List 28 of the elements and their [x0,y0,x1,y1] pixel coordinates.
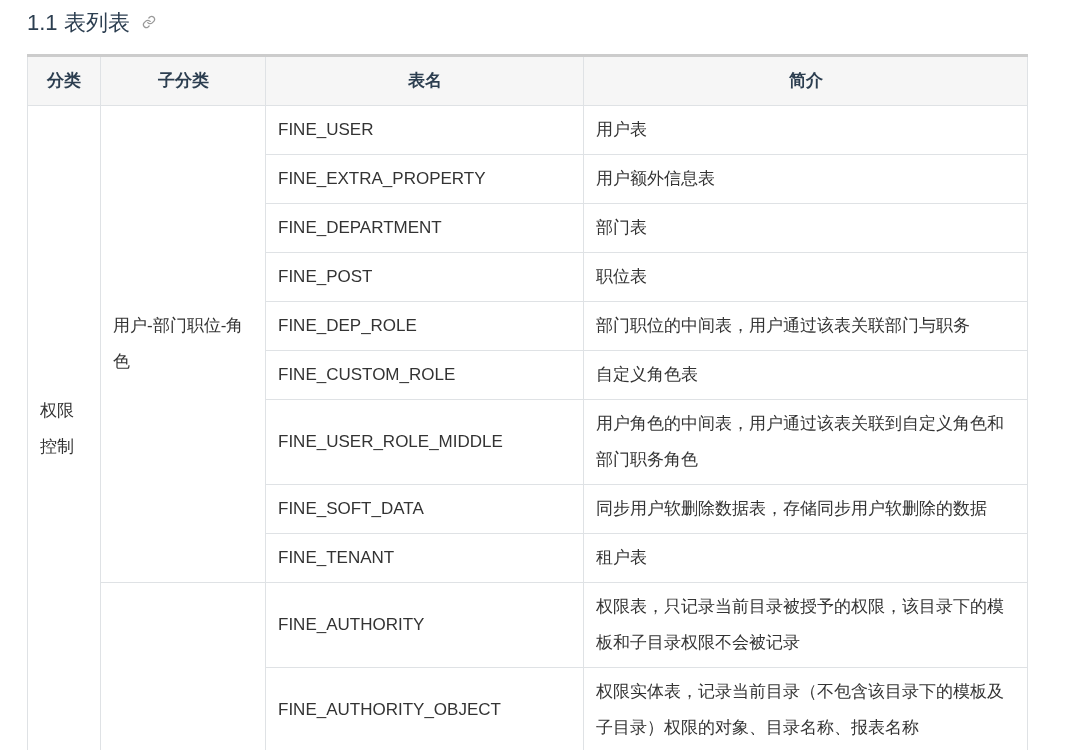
table-name-cell: FINE_POST [265,252,584,302]
description-cell: 租户表 [583,533,1028,583]
table-name-cell: FINE_SOFT_DATA [265,484,584,534]
category-cell: 权限控制 [27,105,101,750]
column-header: 分类 [27,55,101,106]
table-name-cell: FINE_USER_ROLE_MIDDLE [265,399,584,485]
column-header: 表名 [265,55,584,106]
column-header: 简介 [583,55,1028,106]
table-name-cell: FINE_DEPARTMENT [265,203,584,253]
description-cell: 用户表 [583,105,1028,155]
table-name-cell: FINE_EXTRA_PROPERTY [265,154,584,204]
subcategory-cell: 用户-部门职位-角色 [100,105,266,583]
table-name-cell: FINE_AUTHORITY [265,582,584,668]
description-cell: 自定义角色表 [583,350,1028,400]
description-cell: 用户角色的中间表，用户通过该表关联到自定义角色和部门职务角色 [583,399,1028,485]
column-header: 子分类 [100,55,266,106]
description-cell: 部门职位的中间表，用户通过该表关联部门与职务 [583,301,1028,351]
description-cell: 部门表 [583,203,1028,253]
description-cell: 同步用户软删除数据表，存储同步用户软删除的数据 [583,484,1028,534]
table-name-cell: FINE_USER [265,105,584,155]
description-cell: 职位表 [583,252,1028,302]
description-cell: 权限表，只记录当前目录被授予的权限，该目录下的模板和子目录权限不会被记录 [583,582,1028,668]
description-cell: 用户额外信息表 [583,154,1028,204]
table-name-cell: FINE_CUSTOM_ROLE [265,350,584,400]
table-name-cell: FINE_DEP_ROLE [265,301,584,351]
link-icon[interactable] [141,15,156,29]
section-heading: 1.1 表列表 [27,8,130,37]
table-name-cell: FINE_TENANT [265,533,584,583]
